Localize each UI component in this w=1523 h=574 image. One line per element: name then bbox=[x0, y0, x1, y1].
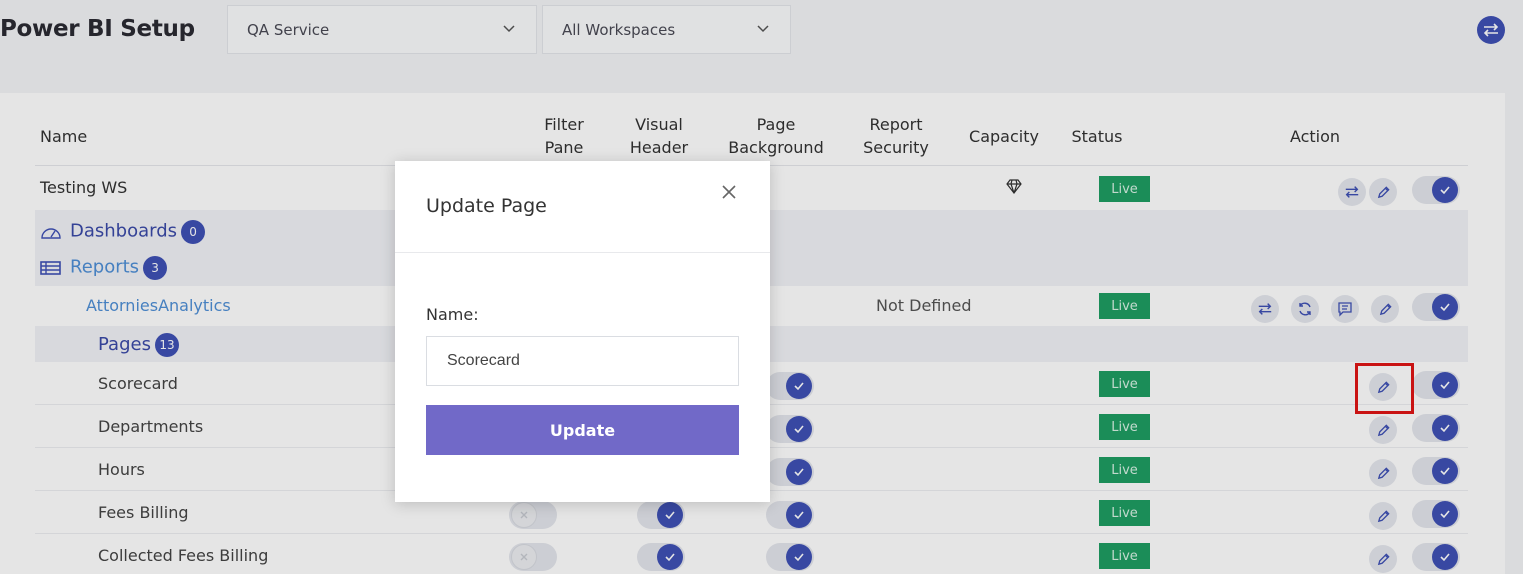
dialog-title: Update Page bbox=[426, 195, 547, 217]
update-button[interactable]: Update bbox=[426, 405, 739, 455]
page-name-input[interactable] bbox=[426, 336, 739, 386]
name-label: Name: bbox=[426, 305, 479, 324]
close-icon[interactable] bbox=[720, 183, 738, 201]
update-page-dialog: Update Page Name: Update bbox=[395, 161, 770, 502]
dialog-divider bbox=[395, 252, 770, 253]
